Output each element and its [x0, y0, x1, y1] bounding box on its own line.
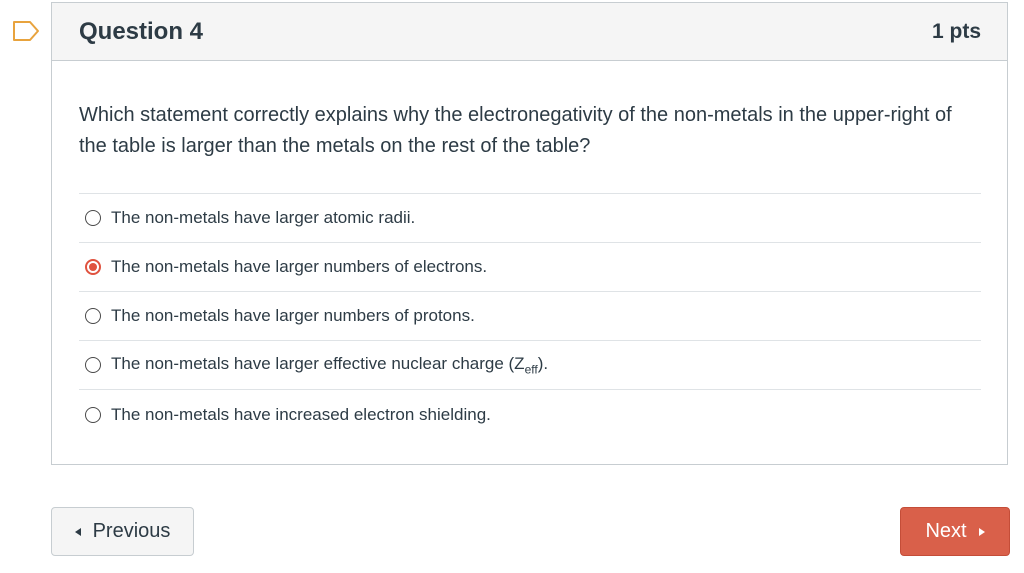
radio-button[interactable]: [85, 308, 101, 324]
answer-label: The non-metals have larger effective nuc…: [111, 354, 548, 376]
answer-label: The non-metals have increased electron s…: [111, 404, 491, 424]
answer-option-1[interactable]: The non-metals have larger atomic radii.: [79, 194, 981, 243]
answer-label-subscript: eff: [524, 362, 538, 377]
answer-option-2[interactable]: The non-metals have larger numbers of el…: [79, 243, 981, 292]
caret-left-icon: [74, 527, 81, 536]
radio-button[interactable]: [85, 406, 101, 423]
question-body: Which statement correctly explains why t…: [52, 61, 1007, 439]
answer-option-5[interactable]: The non-metals have increased electron s…: [79, 390, 981, 439]
answer-label-prefix: The non-metals have larger effective nuc…: [111, 353, 525, 373]
radio-button[interactable]: [85, 210, 101, 226]
answer-label: The non-metals have larger numbers of el…: [111, 257, 488, 276]
answer-label-suffix: ).: [537, 353, 549, 373]
question-header: Question 4 1 pts: [52, 3, 1007, 61]
next-button-label: Next: [925, 520, 967, 542]
previous-button-label: Previous: [92, 520, 171, 542]
question-points: 1 pts: [931, 19, 981, 43]
question-card: Question 4 1 pts Which statement correct…: [51, 2, 1008, 465]
answer-option-4[interactable]: The non-metals have larger effective nuc…: [79, 341, 981, 390]
caret-right-icon: [978, 527, 985, 536]
previous-button[interactable]: Previous: [51, 507, 194, 556]
flag-question-icon[interactable]: [12, 20, 40, 42]
answer-label: The non-metals have larger atomic radii.: [111, 208, 416, 227]
next-button[interactable]: Next: [900, 507, 1010, 556]
answer-list: The non-metals have larger atomic radii.…: [79, 193, 981, 439]
answer-label: The non-metals have larger numbers of pr…: [111, 306, 475, 325]
answer-option-3[interactable]: The non-metals have larger numbers of pr…: [79, 292, 981, 341]
radio-button-selected[interactable]: [85, 259, 101, 275]
quiz-page: Question 4 1 pts Which statement correct…: [0, 0, 1024, 573]
question-title: Question 4: [79, 17, 204, 45]
question-text: Which statement correctly explains why t…: [79, 104, 952, 157]
radio-button[interactable]: [85, 357, 101, 373]
